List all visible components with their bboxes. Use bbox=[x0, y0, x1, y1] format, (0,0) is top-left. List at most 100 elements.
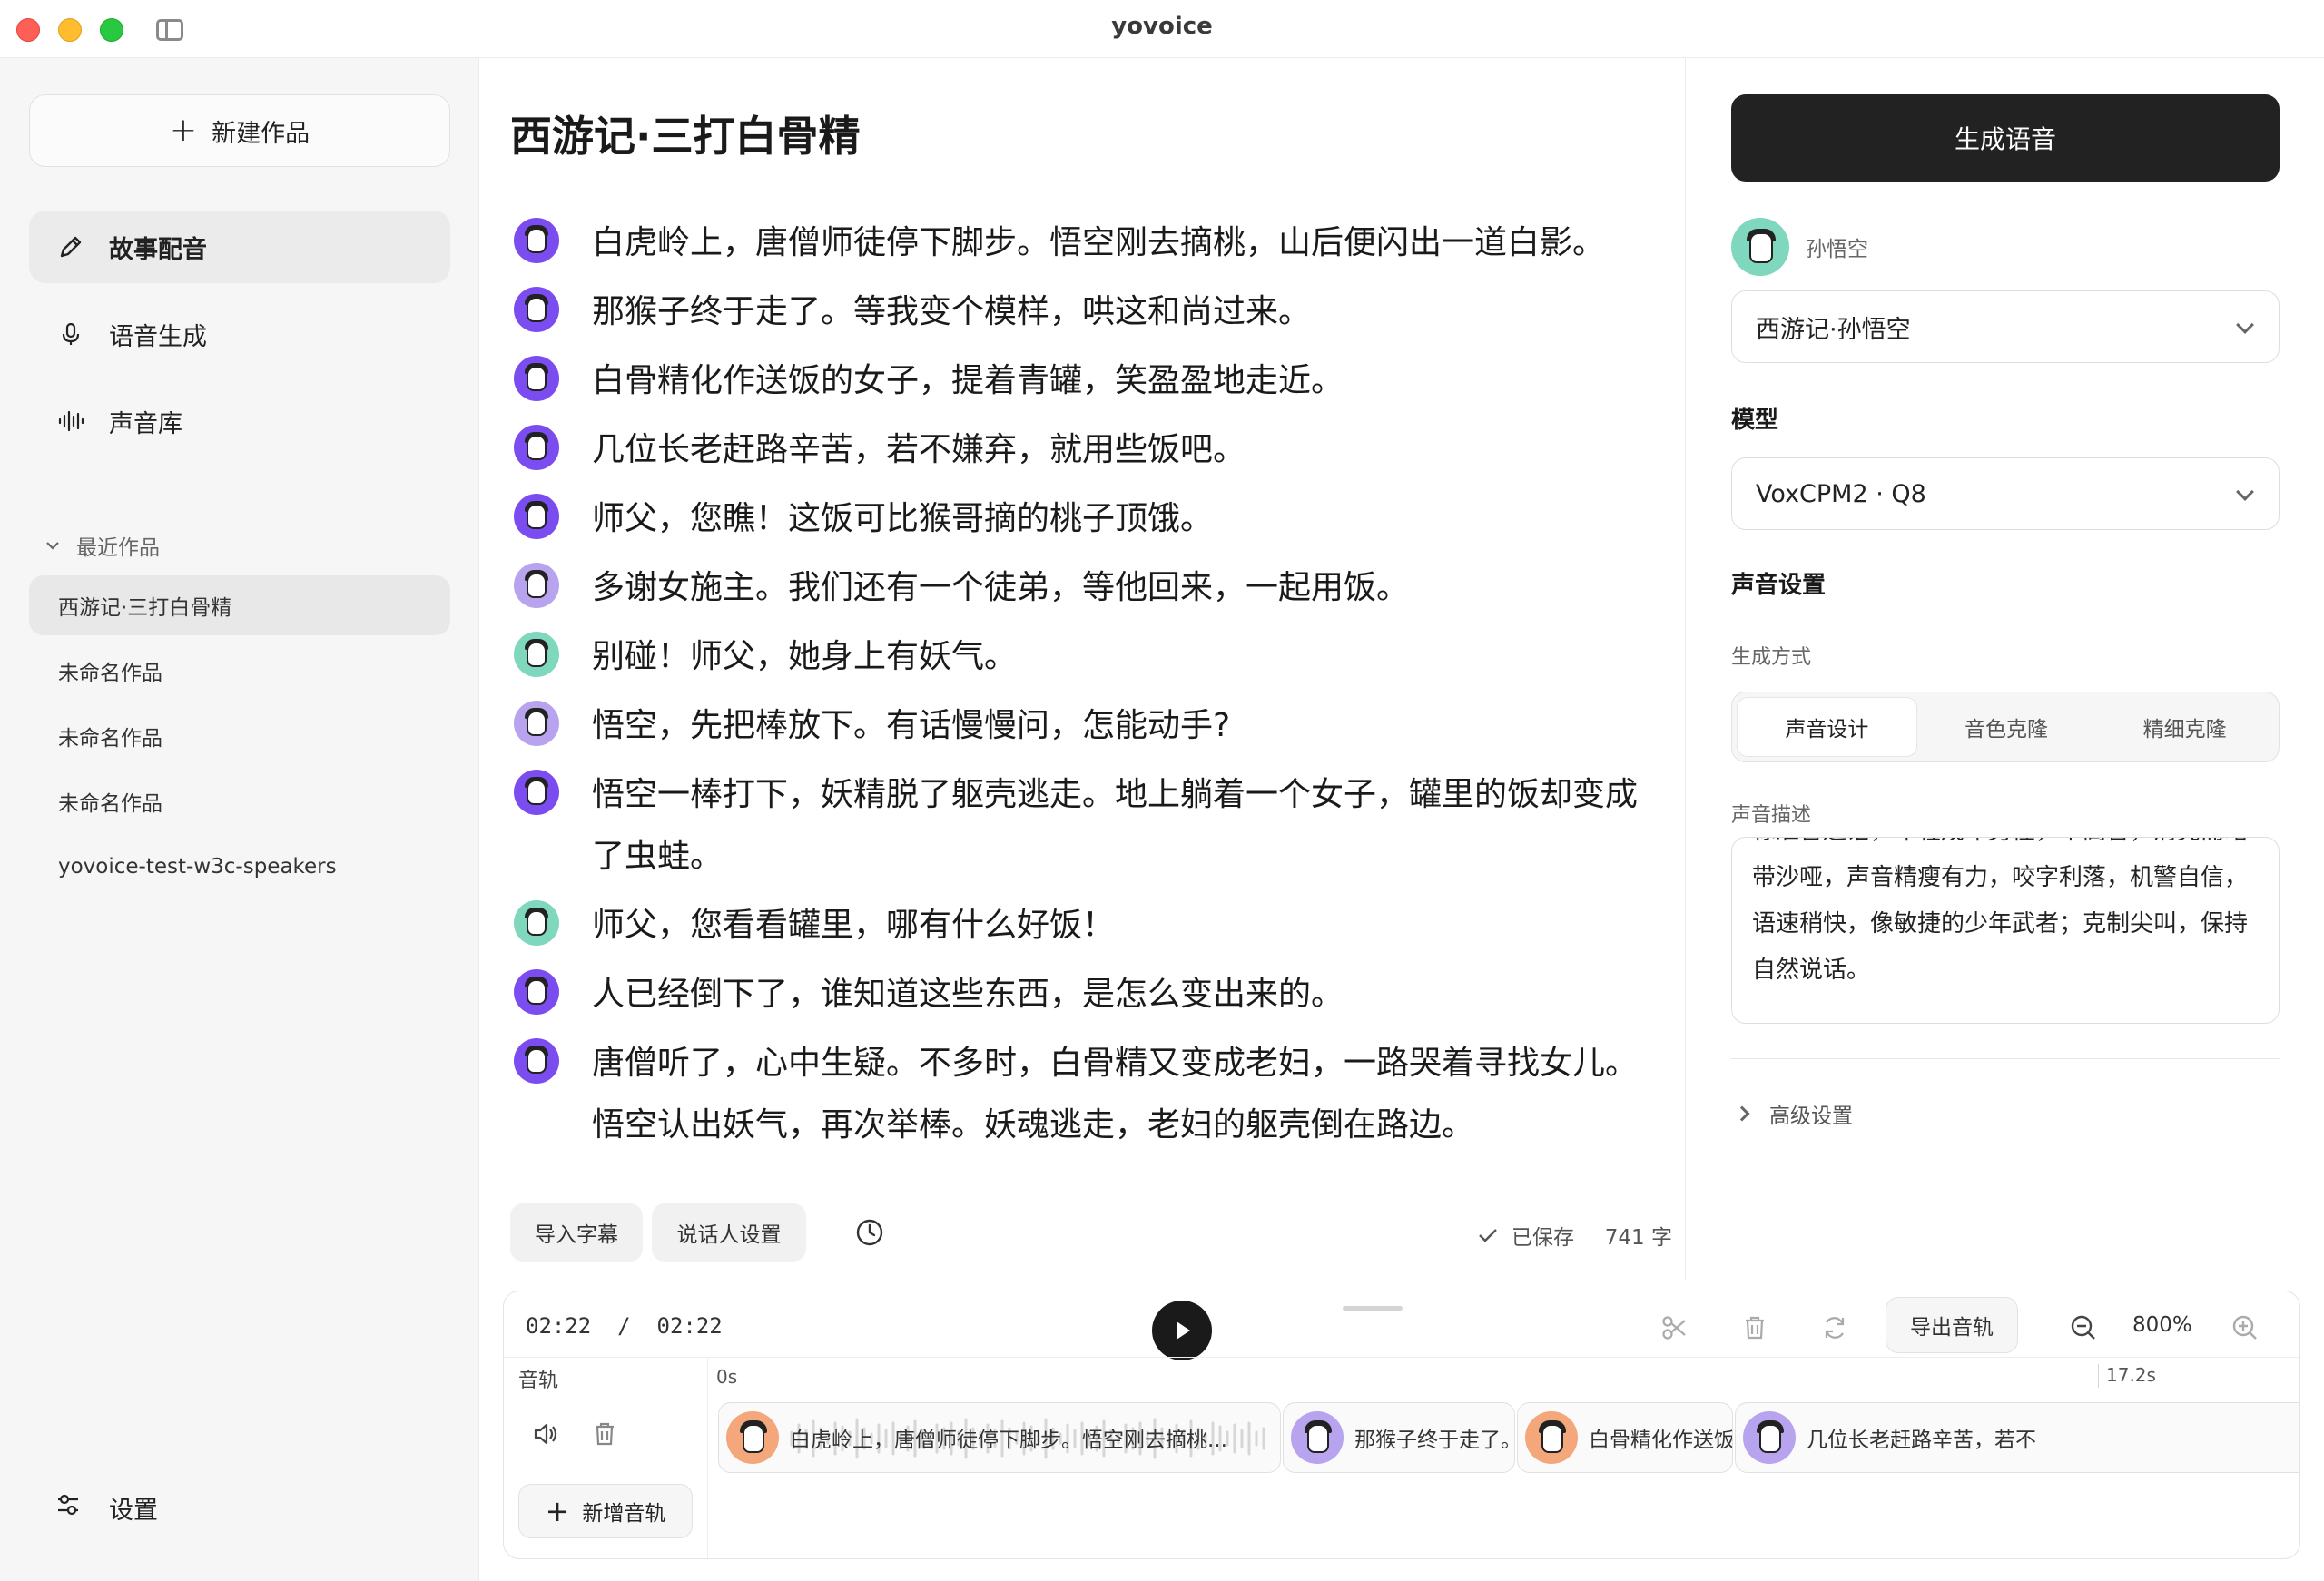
speaker-name: 孙悟空 bbox=[1806, 238, 1868, 261]
line-text[interactable]: 师父，您看看罐里，哪有什么好饭！ bbox=[592, 895, 1663, 957]
clip-avatar bbox=[1291, 1411, 1344, 1464]
history-clock-icon[interactable] bbox=[853, 1216, 886, 1249]
recent-item[interactable]: 未命名作品 bbox=[29, 641, 450, 701]
line-text[interactable]: 人已经倒下了，谁知道这些东西，是怎么变出来的。 bbox=[592, 964, 1663, 1026]
script-line[interactable]: 多谢女施主。我们还有一个徒弟，等他回来，一起用饭。 bbox=[514, 557, 1667, 619]
new-work-button[interactable]: + 新建作品 bbox=[29, 94, 450, 167]
clip-avatar bbox=[1525, 1411, 1578, 1464]
recent-works-header[interactable]: 最近作品 bbox=[45, 530, 160, 561]
voice-settings-label: 声音设置 bbox=[1731, 572, 1827, 599]
import-subtitles-button[interactable]: 导入字幕 bbox=[510, 1203, 643, 1262]
app-title: yovoice bbox=[1111, 13, 1213, 40]
line-text[interactable]: 几位长老赶路辛苦，若不嫌弃，就用些饭吧。 bbox=[592, 419, 1663, 481]
nav-item-voice-library[interactable]: 声音库 bbox=[29, 385, 450, 457]
audio-clip[interactable]: 那猴子终于走了。等我变个... bbox=[1283, 1402, 1515, 1473]
tab-voice-design[interactable]: 声音设计 bbox=[1737, 697, 1917, 757]
script-line[interactable]: 白骨精化作送饭的女子，提着青罐，笑盈盈地走近。 bbox=[514, 350, 1667, 412]
voice-description-input[interactable]: 标准普通话，年轻成年男性，中高音，清亮而略带沙哑，声音精瘦有力，咬字利落，机警自… bbox=[1731, 837, 2280, 1024]
speaker-avatar[interactable] bbox=[514, 425, 559, 470]
line-text[interactable]: 别碰！师父，她身上有妖气。 bbox=[592, 626, 1663, 688]
advanced-settings-label: 高级设置 bbox=[1769, 1105, 1853, 1128]
model-select-value: VoxCPM2 · Q8 bbox=[1756, 479, 1926, 508]
speaker-avatar[interactable] bbox=[514, 494, 559, 539]
recent-item[interactable]: 西游记·三打白骨精 bbox=[29, 575, 450, 635]
line-text[interactable]: 悟空，先把棒放下。有话慢慢问，怎能动手? bbox=[592, 695, 1663, 757]
script-line[interactable]: 悟空，先把棒放下。有话慢慢问，怎能动手? bbox=[514, 695, 1667, 757]
line-text[interactable]: 师父，您瞧！这饭可比猴哥摘的桃子顶饿。 bbox=[592, 488, 1663, 550]
nav-item-voice-generation[interactable]: 语音生成 bbox=[29, 298, 450, 370]
check-icon bbox=[1479, 1229, 1497, 1242]
line-text[interactable]: 多谢女施主。我们还有一个徒弟，等他回来，一起用饭。 bbox=[592, 557, 1663, 619]
timeline-panel: 02:22 / 02:22 导出音轨 800% 音轨 0s 17.2s + 新增… bbox=[503, 1291, 2300, 1559]
scissors-icon[interactable] bbox=[1659, 1311, 1691, 1344]
speaker-avatar[interactable] bbox=[514, 900, 559, 946]
script-line[interactable]: 唐僧听了，心中生疑。不多时，白骨精又变成老妇，一路哭着寻找女儿。悟空认出妖气，再… bbox=[514, 1033, 1667, 1156]
zoom-out-icon[interactable] bbox=[2067, 1311, 2100, 1344]
script-line[interactable]: 师父，您看看罐里，哪有什么好饭！ bbox=[514, 895, 1667, 957]
settings-label: 设置 bbox=[109, 1497, 158, 1525]
speaker-avatar[interactable] bbox=[514, 563, 559, 608]
export-track-button[interactable]: 导出音轨 bbox=[1886, 1297, 2018, 1353]
clip-label: 白骨精化作送饭的女子，... bbox=[1589, 1429, 1733, 1452]
recent-item[interactable]: yovoice-test-w3c-speakers bbox=[29, 837, 450, 897]
settings-panel: 生成语音 孙悟空 西游记·孙悟空 模型 VoxCPM2 · Q8 声音设置 生成… bbox=[1685, 58, 2324, 1280]
speaker-avatar[interactable] bbox=[514, 770, 559, 815]
speaker-avatar[interactable] bbox=[514, 1038, 559, 1084]
voice-select-value: 西游记·孙悟空 bbox=[1756, 315, 1911, 344]
script-line[interactable]: 白虎岭上，唐僧师徒停下脚步。悟空刚去摘桃，山后便闪出一道白影。 bbox=[514, 212, 1667, 274]
recent-works-label: 最近作品 bbox=[76, 536, 160, 560]
speaker-avatar[interactable] bbox=[514, 632, 559, 677]
sidebar: + 新建作品 故事配音 语音生成 声音库 最近作品 西游记·三打白骨精 未命名作… bbox=[0, 58, 479, 1581]
nav-item-story-dubbing[interactable]: 故事配音 bbox=[29, 211, 450, 283]
line-text[interactable]: 悟空一棒打下，妖精脱了躯壳逃走。地上躺着一个女子，罐里的饭却变成了虫蛙。 bbox=[592, 764, 1663, 888]
generation-mode-tabs: 声音设计 音色克隆 精细克隆 bbox=[1731, 692, 2280, 762]
script-line[interactable]: 悟空一棒打下，妖精脱了躯壳逃走。地上躺着一个女子，罐里的饭却变成了虫蛙。 bbox=[514, 764, 1667, 888]
speaker-avatar[interactable] bbox=[514, 701, 559, 746]
title-bar: yovoice bbox=[0, 0, 2324, 58]
document-title[interactable]: 西游记·三打白骨精 bbox=[510, 103, 860, 163]
current-time: 02:22 bbox=[526, 1313, 592, 1339]
add-track-button[interactable]: + 新增音轨 bbox=[518, 1484, 693, 1538]
speaker-settings-button[interactable]: 说话人设置 bbox=[652, 1203, 806, 1262]
advanced-settings-toggle[interactable]: 高级设置 bbox=[1734, 1098, 1853, 1129]
line-text[interactable]: 白骨精化作送饭的女子，提着青罐，笑盈盈地走近。 bbox=[592, 350, 1663, 412]
audio-clip[interactable]: 几位长老赶路辛苦，若不 bbox=[1735, 1402, 2299, 1473]
voice-description-text[interactable]: 标准普通话，年轻成年男性，中高音，清亮而略带沙哑，声音精瘦有力，咬字利落，机警自… bbox=[1752, 838, 2260, 994]
volume-icon[interactable] bbox=[531, 1419, 562, 1453]
voice-description-label: 声音描述 bbox=[1731, 804, 1812, 827]
speaker-avatar[interactable] bbox=[514, 287, 559, 332]
delete-track-icon[interactable] bbox=[589, 1419, 620, 1453]
play-icon bbox=[1177, 1321, 1190, 1340]
recent-item[interactable]: 未命名作品 bbox=[29, 706, 450, 766]
zoom-in-icon[interactable] bbox=[2229, 1311, 2261, 1344]
voice-select[interactable]: 西游记·孙悟空 bbox=[1731, 290, 2280, 363]
chevron-down-icon bbox=[2236, 316, 2254, 334]
line-text[interactable]: 那猴子终于走了。等我变个模样，哄这和尚过来。 bbox=[592, 281, 1663, 343]
generate-speech-button[interactable]: 生成语音 bbox=[1731, 94, 2280, 182]
script-line[interactable]: 别碰！师父，她身上有妖气。 bbox=[514, 626, 1667, 688]
line-text[interactable]: 白虎岭上，唐僧师徒停下脚步。悟空刚去摘桃，山后便闪出一道白影。 bbox=[592, 212, 1663, 274]
speaker-avatar[interactable] bbox=[514, 218, 559, 263]
script-line[interactable]: 人已经倒下了，谁知道这些东西，是怎么变出来的。 bbox=[514, 964, 1667, 1026]
tab-fine-clone[interactable]: 精细克隆 bbox=[2095, 697, 2274, 757]
clip-label: 那猴子终于走了。等我变个... bbox=[1354, 1429, 1514, 1452]
trash-icon[interactable] bbox=[1738, 1311, 1771, 1344]
speaker-avatar[interactable] bbox=[514, 356, 559, 401]
time-readout: 02:22 / 02:22 bbox=[526, 1313, 723, 1339]
model-select[interactable]: VoxCPM2 · Q8 bbox=[1731, 457, 2280, 530]
settings-button[interactable]: 设置 bbox=[54, 1490, 158, 1526]
line-text[interactable]: 唐僧听了，心中生疑。不多时，白骨精又变成老妇，一路哭着寻找女儿。悟空认出妖气，再… bbox=[592, 1033, 1663, 1156]
model-label: 模型 bbox=[1731, 407, 1779, 434]
audio-clip[interactable]: 白虎岭上，唐僧师徒停下脚步。悟空刚去摘桃... bbox=[718, 1402, 1281, 1473]
recent-item[interactable]: 未命名作品 bbox=[29, 771, 450, 831]
plus-icon: + bbox=[545, 1494, 570, 1528]
resize-handle[interactable] bbox=[1343, 1306, 1403, 1311]
refresh-icon[interactable] bbox=[1818, 1311, 1851, 1344]
speaker-avatar[interactable] bbox=[514, 969, 559, 1015]
script-line[interactable]: 师父，您瞧！这饭可比猴哥摘的桃子顶饿。 bbox=[514, 488, 1667, 550]
play-button[interactable] bbox=[1152, 1301, 1212, 1360]
script-line[interactable]: 那猴子终于走了。等我变个模样，哄这和尚过来。 bbox=[514, 281, 1667, 343]
tab-timbre-clone[interactable]: 音色克隆 bbox=[1917, 697, 2096, 757]
script-line[interactable]: 几位长老赶路辛苦，若不嫌弃，就用些饭吧。 bbox=[514, 419, 1667, 481]
audio-clip[interactable]: 白骨精化作送饭的女子，... bbox=[1517, 1402, 1733, 1473]
